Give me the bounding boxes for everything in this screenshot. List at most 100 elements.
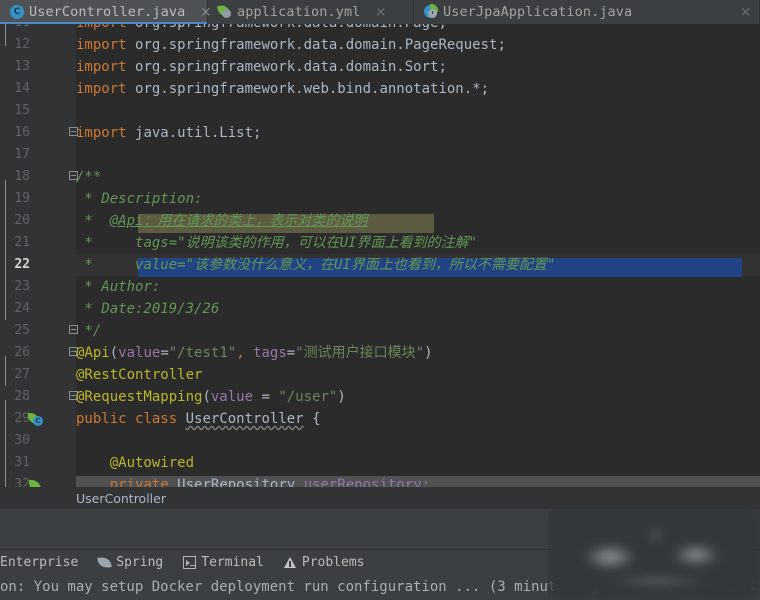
tool-button-terminal[interactable]: Terminal <box>173 555 274 570</box>
javadoc-value-note: value="该参数没什么意义，在UI界面上也看到，所以不需要配置" <box>135 257 556 273</box>
code-line-18: /** <box>76 166 101 188</box>
line-number: 28 <box>14 389 30 404</box>
code-line-24: * Date:2019/3/26 <box>76 298 219 320</box>
javadoc-star: * <box>76 191 93 207</box>
code-line-11: import org.springframework.data.domain.P… <box>76 24 447 34</box>
annotation-requestmapping: @RequestMapping <box>76 389 203 405</box>
fold-bar <box>5 24 6 46</box>
code-editor[interactable]: 11 12 13 14 15 16 17 18 19 20 21 22 23 2… <box>0 24 760 487</box>
tool-button-problems[interactable]: Problems <box>274 555 375 570</box>
gutter-line: 19 <box>0 188 68 210</box>
warning-triangle-icon <box>283 556 297 569</box>
line-number: 23 <box>14 279 30 294</box>
import-path: org.springframework.web.bind.annotation.… <box>135 81 490 97</box>
gutter-line: 26 <box>0 342 68 364</box>
tool-button-enterprise[interactable]: Enterprise <box>0 555 88 570</box>
line-number: 13 <box>14 59 30 74</box>
import-path: java.util.List; <box>135 125 262 141</box>
gutter-line: 27 <box>0 364 68 386</box>
gutter-line: 31 <box>0 452 68 474</box>
tab-application-yml[interactable]: application.yml × <box>208 0 414 24</box>
code-line-27: @RestController <box>76 364 202 386</box>
code-line-31: @Autowired <box>76 452 194 474</box>
annotation-autowired: @Autowired <box>109 455 195 471</box>
gutter-line: 24 <box>0 298 68 320</box>
tool-button-spring[interactable]: Spring <box>88 555 173 570</box>
field-userrepository: userRepository; <box>303 477 431 487</box>
spring-leaf-icon <box>97 556 112 569</box>
terminal-icon <box>183 556 197 569</box>
java-class-icon <box>10 5 24 19</box>
javadoc-open: /** <box>76 169 102 185</box>
javadoc-description: Description: <box>92 191 203 207</box>
code-text-area[interactable]: import org.springframework.data.domain.P… <box>76 24 760 487</box>
annotation-restcontroller: @RestController <box>76 367 203 383</box>
breadcrumb-item-usercontroller[interactable]: UserController <box>76 491 166 506</box>
tab-close-icon[interactable]: × <box>740 6 751 19</box>
javadoc-date: Date:2019/3/26 <box>92 301 220 317</box>
blurred-popup-overlay <box>548 505 760 600</box>
line-number: 15 <box>14 103 30 118</box>
line-number: 16 <box>14 125 30 140</box>
spring-bean-gutter-icon[interactable] <box>28 412 43 427</box>
attr-value: value <box>118 345 161 361</box>
javadoc-star: * <box>76 301 93 317</box>
attr-value: value <box>210 389 254 405</box>
line-number: 20 <box>14 213 30 228</box>
tab-usercontroller-java[interactable]: UserController.java × <box>0 0 211 24</box>
javadoc-star: * <box>76 279 93 295</box>
string-user: "/user" <box>278 389 338 405</box>
class-name-usercontroller: UserController <box>185 411 304 427</box>
import-path: org.springframework.data.domain.PageRequ… <box>135 37 506 53</box>
line-number: 22 <box>14 257 30 272</box>
tab-label: UserJpaApplication.java <box>443 4 633 20</box>
gutter-line: 13 <box>0 56 68 78</box>
code-line-28: @RequestMapping(value = "/user") <box>76 389 346 405</box>
tab-userjpaapplication-java[interactable]: UserJpaApplication.java × <box>414 0 760 24</box>
line-number: 31 <box>14 455 30 470</box>
code-line-19: * Description: <box>76 188 202 210</box>
javadoc-close: */ <box>76 323 102 339</box>
code-line-20: * @Api：用在请求的类上，表示对类的说明 <box>76 210 367 232</box>
tool-button-label: Terminal <box>201 555 264 570</box>
gutter-line: 15 <box>0 100 68 122</box>
code-line-26: @Api(value="/test1", tags="测试用户接口模块") <box>76 345 433 361</box>
gutter-line: 17 <box>0 144 68 166</box>
code-line-16: import java.util.List; <box>76 122 261 144</box>
gutter-line: 32 <box>0 474 68 487</box>
line-number: 25 <box>14 323 30 338</box>
code-line-23: * Author: <box>76 276 160 298</box>
status-message[interactable]: on: You may setup Docker deployment run … <box>0 579 615 595</box>
code-line-25: */ <box>76 320 101 342</box>
string-test1: "/test1" <box>168 345 237 361</box>
tab-close-icon[interactable]: × <box>375 6 386 19</box>
line-number: 12 <box>14 37 30 52</box>
fold-column[interactable] <box>68 24 76 487</box>
gutter-line: 20 <box>0 210 68 232</box>
line-number: 27 <box>14 367 30 382</box>
annotation-api: @Api <box>76 345 110 361</box>
tool-button-label: Problems <box>301 555 365 570</box>
type-userrepository: UserRepository <box>177 477 296 487</box>
gutter-line: 25 <box>0 320 68 342</box>
import-path: org.springframework.data.domain.Page; <box>135 24 447 31</box>
tab-label: UserController.java <box>29 4 186 20</box>
gutter-line: 14 <box>0 78 68 100</box>
keyword-import: import <box>76 81 127 97</box>
gutter-line: 11 <box>0 24 68 34</box>
gutter-line: 16 <box>0 122 68 144</box>
javadoc-author: Author: <box>92 279 161 295</box>
keyword-import: import <box>76 125 127 141</box>
keyword-import: import <box>76 59 127 75</box>
gutter-line-current: 22 <box>0 254 68 276</box>
fold-bar <box>5 400 6 487</box>
keyword-class: class <box>135 411 178 427</box>
keyword-import: import <box>76 24 127 31</box>
javadoc-api-note: @Api：用在请求的类上，表示对类的说明 <box>109 213 368 229</box>
spring-autowired-gutter-icon[interactable] <box>28 478 43 487</box>
gutter-line: 28 <box>0 386 68 408</box>
gutter-line: 21 <box>0 232 68 254</box>
spring-boot-app-icon <box>424 4 438 19</box>
tab-label: application.yml <box>237 4 361 20</box>
tool-button-label: Enterprise <box>0 555 79 570</box>
